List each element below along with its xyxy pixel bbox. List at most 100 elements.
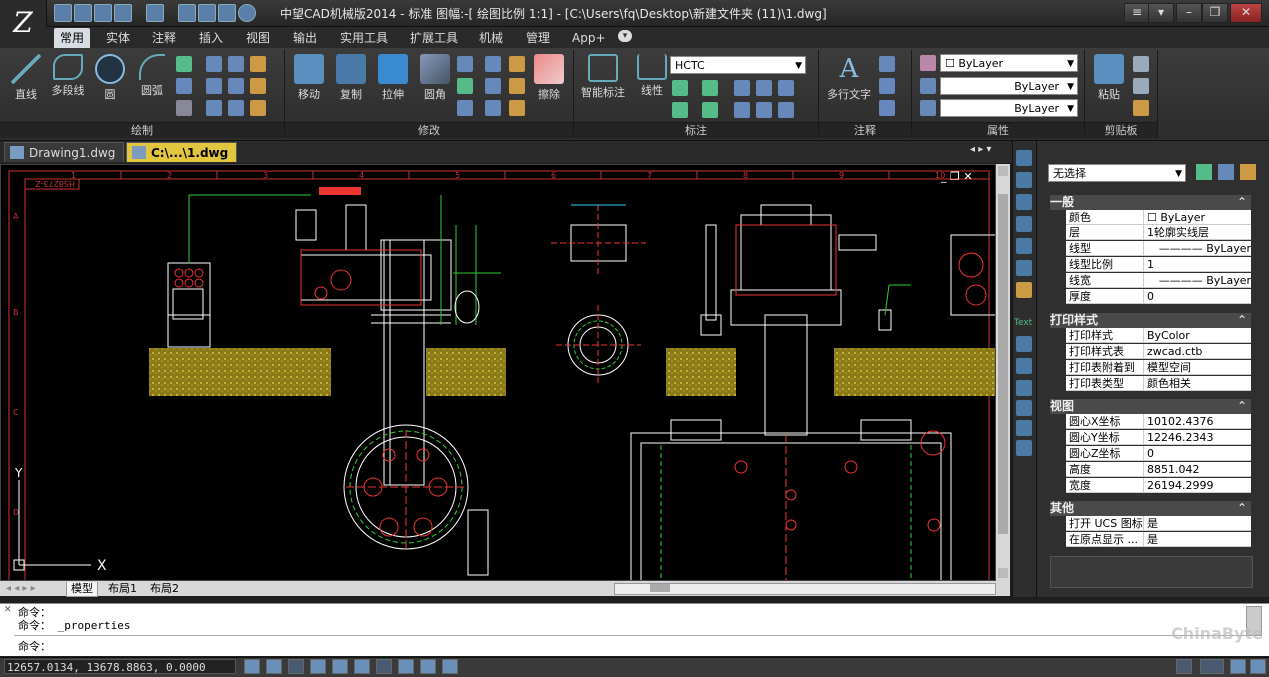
toggle-pickadd-icon[interactable] [1196, 164, 1212, 180]
stretch-button[interactable]: 拉伸 [371, 50, 415, 102]
prop-row[interactable]: 打印表类型 颜色相关 [1066, 376, 1251, 391]
leader-icon[interactable] [879, 56, 895, 72]
polygon-icon[interactable] [228, 78, 244, 94]
close-button[interactable]: ✕ [1230, 3, 1262, 23]
tab-home[interactable]: 常用 [54, 28, 91, 48]
extend-icon[interactable] [485, 56, 501, 72]
named-view-icon[interactable] [1016, 260, 1032, 276]
ray-icon[interactable] [228, 56, 244, 72]
scroll-down-icon[interactable] [998, 568, 1008, 578]
prop-row[interactable]: 打印样式 ByColor [1066, 328, 1251, 343]
undo-icon[interactable] [114, 4, 132, 22]
layer-state-icon[interactable] [1016, 358, 1032, 374]
cloud-icon[interactable] [206, 100, 222, 116]
smart-dimension-button[interactable]: 智能标注 [576, 50, 630, 100]
workspace-settings-icon[interactable] [1200, 659, 1224, 674]
model-space-toggle-icon[interactable] [442, 659, 458, 674]
app-logo[interactable]: Z [0, 0, 47, 48]
workspace-switch-icon[interactable]: ▾ [1148, 3, 1174, 23]
cut-icon[interactable] [1133, 56, 1149, 72]
tab-view[interactable]: 视图 [240, 28, 276, 48]
vertical-scrollbar[interactable] [996, 164, 1010, 581]
ribbon-toggle-icon[interactable]: ▾ [618, 30, 632, 42]
qp-toggle-icon[interactable] [420, 659, 436, 674]
tolerance-icon[interactable] [734, 102, 750, 118]
offset-icon[interactable] [485, 78, 501, 94]
prop-row[interactable]: 圆心Y坐标 12246.2343 [1066, 430, 1251, 445]
donut-icon[interactable] [228, 100, 244, 116]
clean-screen-icon[interactable] [1250, 659, 1266, 674]
purge-icon[interactable] [1016, 380, 1032, 396]
prop-row[interactable]: 颜色 ☐ ByLayer [1066, 210, 1251, 225]
block-icon[interactable] [1016, 336, 1032, 352]
chamfer-icon[interactable] [509, 78, 525, 94]
angular-dim-icon[interactable] [702, 80, 718, 96]
linear-dimension-button[interactable]: 线性 [630, 50, 674, 98]
tab-solid[interactable]: 实体 [100, 28, 136, 48]
text-tool-icon[interactable]: Text [1014, 318, 1032, 328]
tab-app-plus[interactable]: App+ [566, 28, 612, 48]
command-prompt[interactable]: 命令： [18, 638, 51, 654]
restore-button[interactable]: ❐ [1202, 3, 1228, 23]
hatch-icon[interactable] [176, 100, 192, 116]
baseline-dim-icon[interactable] [672, 102, 688, 118]
tab-manage[interactable]: 管理 [520, 28, 556, 48]
trim-icon[interactable] [457, 56, 473, 72]
group-general[interactable]: 一般 ⌃ [1050, 195, 1251, 210]
erase-button[interactable]: 擦除 [527, 50, 571, 102]
spline-icon[interactable] [206, 56, 222, 72]
point-icon[interactable] [176, 56, 192, 72]
prop-row[interactable]: 线型 ———— ByLayer [1066, 241, 1251, 256]
selection-select[interactable]: 无选择 ▼ [1048, 164, 1186, 182]
prop-row[interactable]: 宽度 26194.2999 [1066, 478, 1251, 493]
break-icon[interactable] [509, 56, 525, 72]
new-file-icon[interactable] [54, 4, 72, 22]
scroll-up-icon[interactable] [998, 166, 1008, 176]
vertical-scroll-thumb[interactable] [998, 194, 1008, 534]
publish-icon[interactable] [218, 4, 236, 22]
revision-cloud-icon[interactable] [250, 78, 266, 94]
tab-utilities[interactable]: 实用工具 [334, 28, 394, 48]
horizontal-scrollbar[interactable] [614, 583, 996, 595]
print-icon[interactable] [198, 4, 216, 22]
tab-mechanical[interactable]: 机械 [473, 28, 509, 48]
layout-tab-layout1[interactable]: 布局1 [104, 582, 141, 596]
prop-row[interactable]: 圆心X坐标 10102.4376 [1066, 414, 1251, 429]
grid-toggle-icon[interactable] [266, 659, 282, 674]
aligned-dim-icon[interactable] [672, 80, 688, 96]
table-icon[interactable] [879, 100, 895, 116]
pan-icon[interactable] [1016, 194, 1032, 210]
group-view[interactable]: 视图 ⌃ [1050, 399, 1251, 414]
design-center-icon[interactable] [1016, 420, 1032, 436]
construction-line-icon[interactable] [250, 56, 266, 72]
layer-icon[interactable] [1016, 216, 1032, 232]
match-properties-icon[interactable] [920, 55, 936, 71]
otrack-toggle-icon[interactable] [354, 659, 370, 674]
group-misc[interactable]: 其他 ⌃ [1050, 501, 1251, 516]
quick-select-icon[interactable] [1240, 164, 1256, 180]
lineweight-icon[interactable] [920, 100, 936, 116]
continue-dim-icon[interactable] [702, 102, 718, 118]
prop-row[interactable]: 高度 8851.042 [1066, 462, 1251, 477]
text-style-icon[interactable] [879, 78, 895, 94]
doc-tab-drawing1[interactable]: Drawing1.dwg [4, 142, 125, 162]
explode-icon[interactable] [485, 100, 501, 116]
layout-tab-model[interactable]: 模型 [66, 582, 98, 597]
prop-row[interactable]: 打印表附着到 模型空间 [1066, 360, 1251, 375]
copy-clip-icon[interactable] [1133, 78, 1149, 94]
array-icon[interactable] [457, 100, 473, 116]
linetype-icon[interactable] [920, 78, 936, 94]
boundary-icon[interactable] [250, 100, 266, 116]
linetype-select[interactable]: ByLayer ▼ [940, 77, 1078, 95]
ucs-icon[interactable] [1016, 238, 1032, 254]
toolbar-lock-icon[interactable] [1230, 659, 1246, 674]
horizontal-scroll-thumb[interactable] [650, 584, 670, 592]
tab-annotate[interactable]: 注释 [146, 28, 182, 48]
tool-palette-icon[interactable] [1016, 440, 1032, 456]
prop-row[interactable]: 线宽 ———— ByLayer [1066, 273, 1251, 288]
command-close-icon[interactable]: ✕ [4, 605, 12, 615]
dyn-toggle-icon[interactable] [398, 659, 414, 674]
prop-row[interactable]: 线型比例 1 [1066, 257, 1251, 272]
zoom-icon[interactable] [1016, 172, 1032, 188]
scale-icon[interactable] [509, 100, 525, 116]
